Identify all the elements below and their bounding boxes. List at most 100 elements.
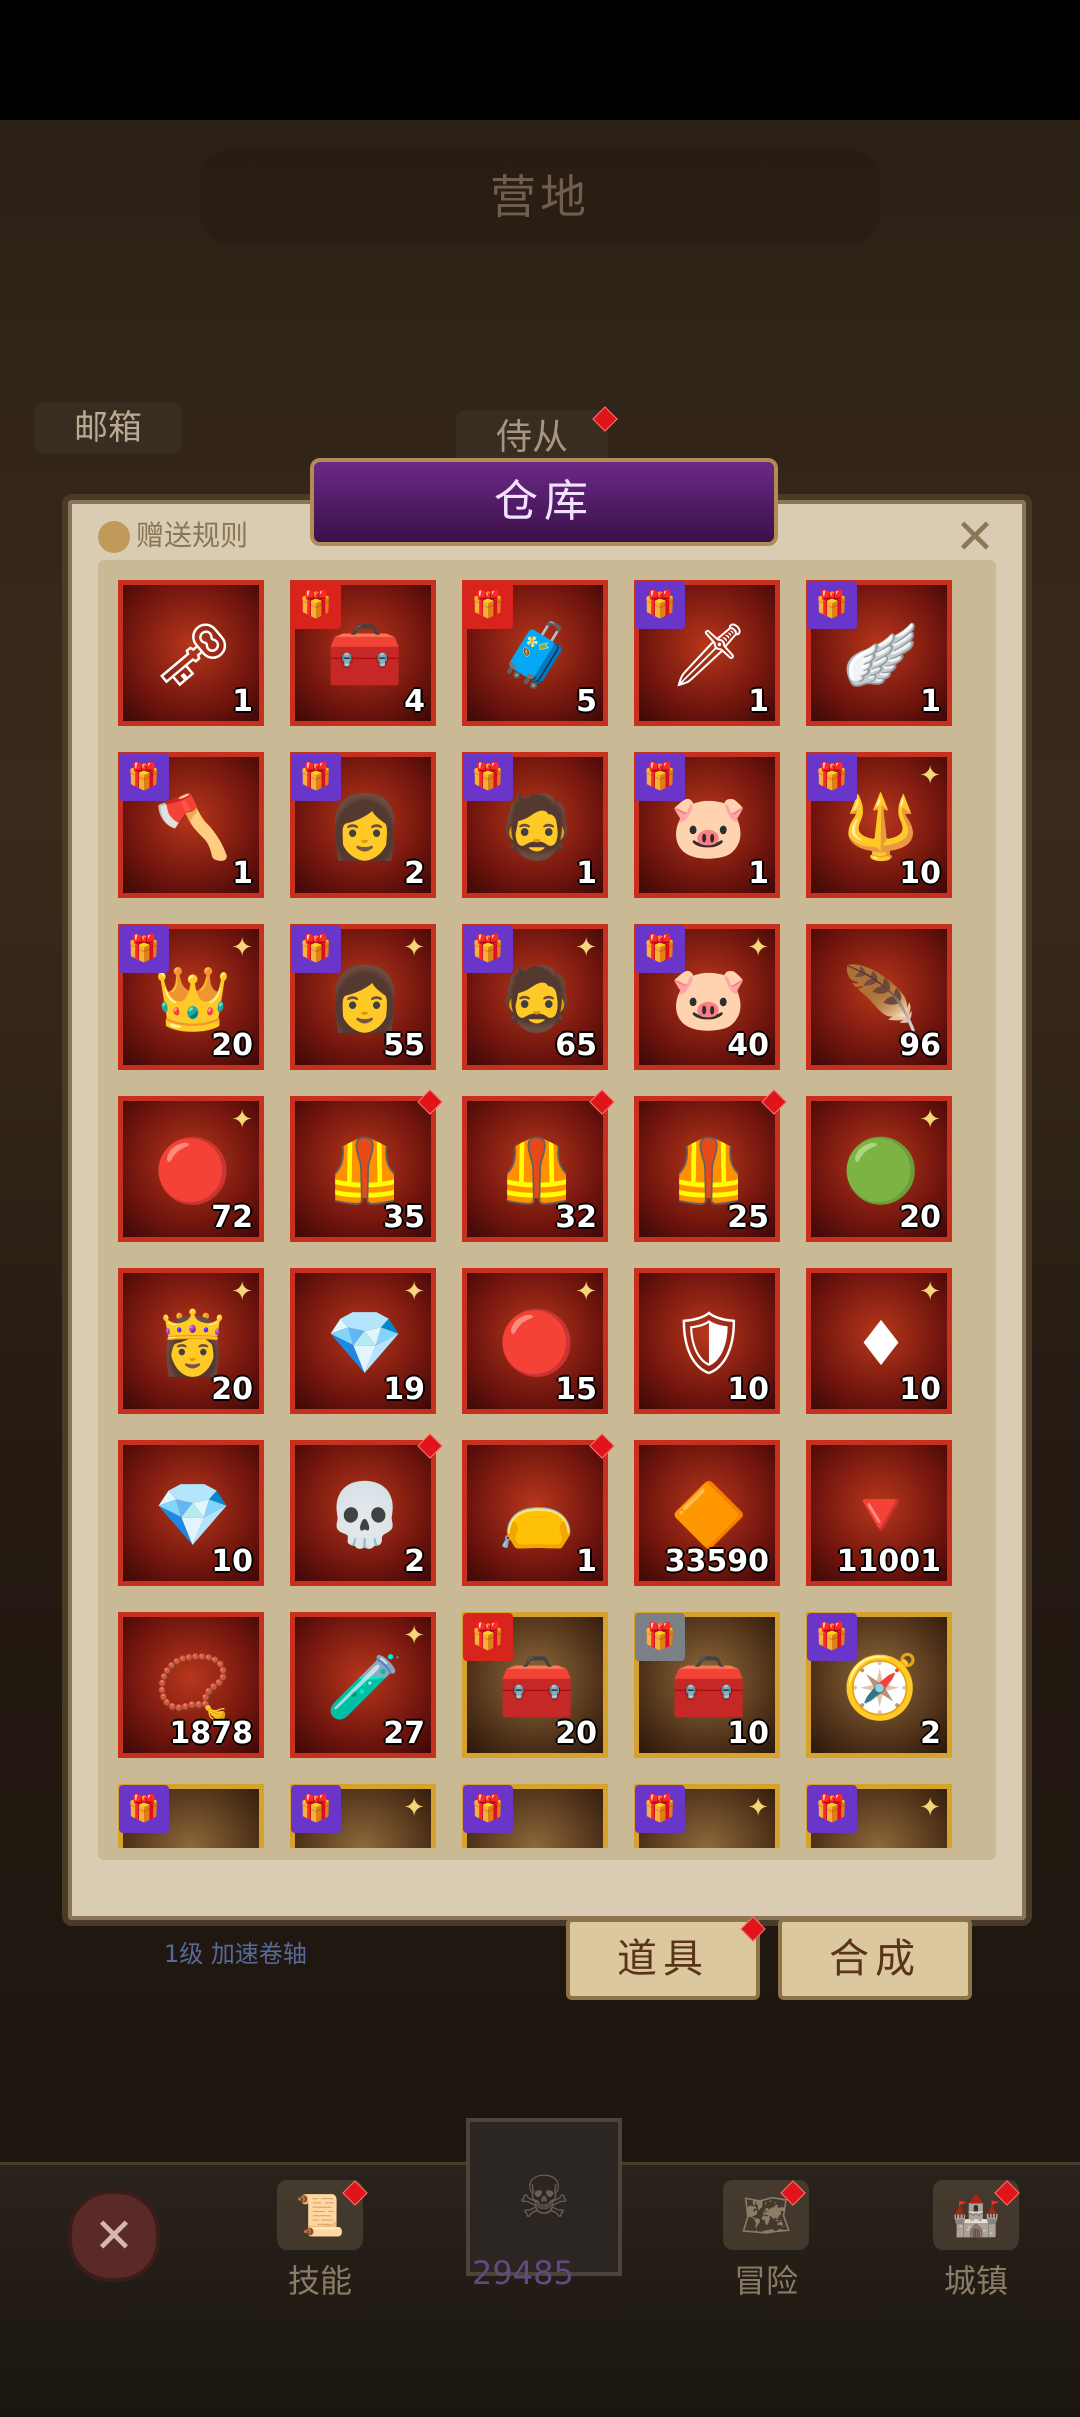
inventory-slot[interactable]: 🔴 ✦ 72 xyxy=(118,1096,264,1242)
key-icon: 🗝 xyxy=(153,618,233,691)
close-icon[interactable]: ✕ xyxy=(950,512,1000,562)
close-circle-icon[interactable]: ✕ xyxy=(68,2190,160,2282)
sparkle-icon: ✦ xyxy=(403,933,425,963)
sparkle-icon: ✦ xyxy=(747,933,769,963)
inventory-slot[interactable]: 🗝 1 xyxy=(118,580,264,726)
item-quantity: 10 xyxy=(727,1372,769,1407)
gift-rules-icon xyxy=(98,521,130,553)
nav-adventure-label: 冒险 xyxy=(733,2262,798,2300)
inventory-slot[interactable]: 👝 1 xyxy=(462,1433,615,1586)
inventory-grid: 🗝 1 🧰 🎁 4 🧳 🎁 5 🗡 🎁 1 🪽 🎁 1 🪓 🎁 1 👩 🎁 2 🧔 🎁 1 🐷 🎁 1 🔱 🎁 ✦ 10 👑 🎁 ✦ 20 👩 🎁 ✦ 5… xyxy=(118,580,964,1848)
item-quantity: 2 xyxy=(404,856,425,891)
inventory-slot[interactable]: 🎁 xyxy=(462,1784,608,1848)
inventory-slot[interactable]: 🐷 🎁 ✦ 40 xyxy=(634,924,780,1070)
item-quantity: 20 xyxy=(899,1200,941,1235)
inventory-slot[interactable]: 📿 1878 xyxy=(118,1612,264,1758)
inventory-slot[interactable]: 🗡 🎁 1 xyxy=(634,580,780,726)
inventory-slot[interactable]: 💀 2 xyxy=(290,1433,443,1586)
gift-badge-icon: 🎁 xyxy=(463,753,513,801)
inventory-slot[interactable]: 🎁 ✦ xyxy=(634,1784,780,1848)
inventory-slot[interactable]: 💎 ✦ 19 xyxy=(290,1268,436,1414)
item-quantity: 25 xyxy=(727,1200,769,1235)
notification-dot xyxy=(417,1433,443,1459)
items-tab-button[interactable]: 道具 xyxy=(566,1918,760,2000)
inventory-slot[interactable]: 🧰 🎁 20 xyxy=(462,1612,608,1758)
item-quantity: 35 xyxy=(383,1200,425,1235)
skull-pouch-icon: 👝 xyxy=(498,1478,576,1551)
item-quantity: 55 xyxy=(383,1028,425,1063)
gift-badge-icon: 🎁 xyxy=(807,1613,857,1661)
nav-skills-label: 技能 xyxy=(287,2262,352,2300)
inventory-slot[interactable]: 🧔 🎁 ✦ 65 xyxy=(462,924,608,1070)
inventory-slot[interactable]: 🧭 🎁 2 xyxy=(806,1612,952,1758)
inventory-slot[interactable]: 🪽 🎁 1 xyxy=(806,580,952,726)
sparkle-icon: ✦ xyxy=(231,1105,253,1135)
item-quantity: 1 xyxy=(748,856,769,891)
inventory-slot[interactable]: 🦺 35 xyxy=(290,1089,443,1242)
sparkle-icon: ✦ xyxy=(919,1793,941,1823)
inventory-slot[interactable]: 🛡 10 xyxy=(634,1268,780,1414)
inventory-slot[interactable]: 🧔 🎁 1 xyxy=(462,752,608,898)
sparkle-icon: ✦ xyxy=(919,1277,941,1307)
item-quantity: 1 xyxy=(232,856,253,891)
inventory-slot[interactable]: 🎁 xyxy=(118,1784,264,1848)
item-quantity: 96 xyxy=(899,1028,941,1063)
inventory-slot[interactable]: 🐷 🎁 1 xyxy=(634,752,780,898)
inventory-slot[interactable]: ♦ ✦ 10 xyxy=(806,1268,952,1414)
inventory-slot[interactable]: 👑 🎁 ✦ 20 xyxy=(118,924,264,1070)
item-quantity: 65 xyxy=(555,1028,597,1063)
gift-badge-icon: 🎁 xyxy=(463,1613,513,1661)
item-quantity: 10 xyxy=(727,1716,769,1751)
item-quantity: 11001 xyxy=(836,1544,941,1579)
item-quantity: 20 xyxy=(211,1372,253,1407)
item-quantity: 19 xyxy=(383,1372,425,1407)
item-quantity: 15 xyxy=(555,1372,597,1407)
sparkle-icon: ✦ xyxy=(403,1621,425,1651)
item-quantity: 1878 xyxy=(169,1716,254,1751)
inventory-slot[interactable]: 🔻 11001 xyxy=(806,1440,952,1586)
item-quantity: 1 xyxy=(576,856,597,891)
inventory-slot[interactable]: 🔶 33590 xyxy=(634,1440,780,1586)
inventory-slot[interactable]: 🪓 🎁 1 xyxy=(118,752,264,898)
inventory-slot[interactable]: 👸 ✦ 20 xyxy=(118,1268,264,1414)
inventory-slot[interactable]: 🎁 ✦ xyxy=(290,1784,436,1848)
inventory-slot[interactable]: 👩 🎁 2 xyxy=(290,752,436,898)
gift-rules-link[interactable]: 赠送规则 xyxy=(98,516,248,556)
sparkle-icon: ✦ xyxy=(231,933,253,963)
inventory-slot[interactable]: 🧪 ✦ 27 xyxy=(290,1612,436,1758)
inventory-slot[interactable]: 🧰 🎁 10 xyxy=(634,1612,780,1758)
inventory-slot[interactable]: 🧰 🎁 4 xyxy=(290,580,436,726)
gift-badge-icon: 🎁 xyxy=(807,581,857,629)
warehouse-title: 仓库 xyxy=(310,458,778,546)
speed-scroll-hint: 1级 加速卷轴 xyxy=(164,1940,307,1968)
sparkle-icon: ✦ xyxy=(403,1277,425,1307)
inventory-slot[interactable]: 🔱 🎁 ✦ 10 xyxy=(806,752,952,898)
gift-rules-label: 赠送规则 xyxy=(136,519,249,552)
craft-tab-button[interactable]: 合成 xyxy=(778,1918,972,2000)
inventory-slot[interactable]: 🎁 ✦ xyxy=(806,1784,952,1848)
sparkle-icon: ✦ xyxy=(919,1105,941,1135)
inventory-scroll[interactable]: 🗝 1 🧰 🎁 4 🧳 🎁 5 🗡 🎁 1 🪽 🎁 1 🪓 🎁 1 👩 🎁 2 🧔 🎁 1 🐷 🎁 1 🔱 🎁 ✦ 10 👑 🎁 ✦ 20 👩 🎁 ✦ 5… xyxy=(118,580,964,1848)
inventory-slot[interactable]: 🦺 25 xyxy=(634,1089,787,1242)
inventory-slot[interactable]: 💎 10 xyxy=(118,1440,264,1586)
gift-badge-icon: 🎁 xyxy=(635,925,685,973)
notification-dot xyxy=(589,1089,615,1115)
item-quantity: 2 xyxy=(404,1544,425,1579)
notification-dot xyxy=(417,1089,443,1115)
item-quantity: 27 xyxy=(383,1716,425,1751)
inventory-slot[interactable]: 🟢 ✦ 20 xyxy=(806,1096,952,1242)
inventory-slot[interactable]: 👩 🎁 ✦ 55 xyxy=(290,924,436,1070)
mailbox-button[interactable]: 邮箱 xyxy=(34,402,182,454)
gift-badge-icon: 🎁 xyxy=(119,1785,169,1833)
gift-badge-icon: 🎁 xyxy=(807,1785,857,1833)
inventory-slot[interactable]: 🧳 🎁 5 xyxy=(462,580,608,726)
gift-badge-icon: 🎁 xyxy=(463,1785,513,1833)
item-quantity: 1 xyxy=(748,684,769,719)
inventory-slot[interactable]: 🦺 32 xyxy=(462,1089,615,1242)
skull-emblem-icon[interactable]: ☠ xyxy=(466,2118,622,2276)
nav-adventure[interactable]: 🗺 冒险 xyxy=(716,2180,816,2302)
inventory-slot[interactable]: 🔴 ✦ 15 xyxy=(462,1268,608,1414)
inventory-slot[interactable]: 🪶 96 xyxy=(806,924,952,1070)
nav-town-label: 城镇 xyxy=(943,2262,1008,2300)
notification-dot xyxy=(761,1089,787,1115)
